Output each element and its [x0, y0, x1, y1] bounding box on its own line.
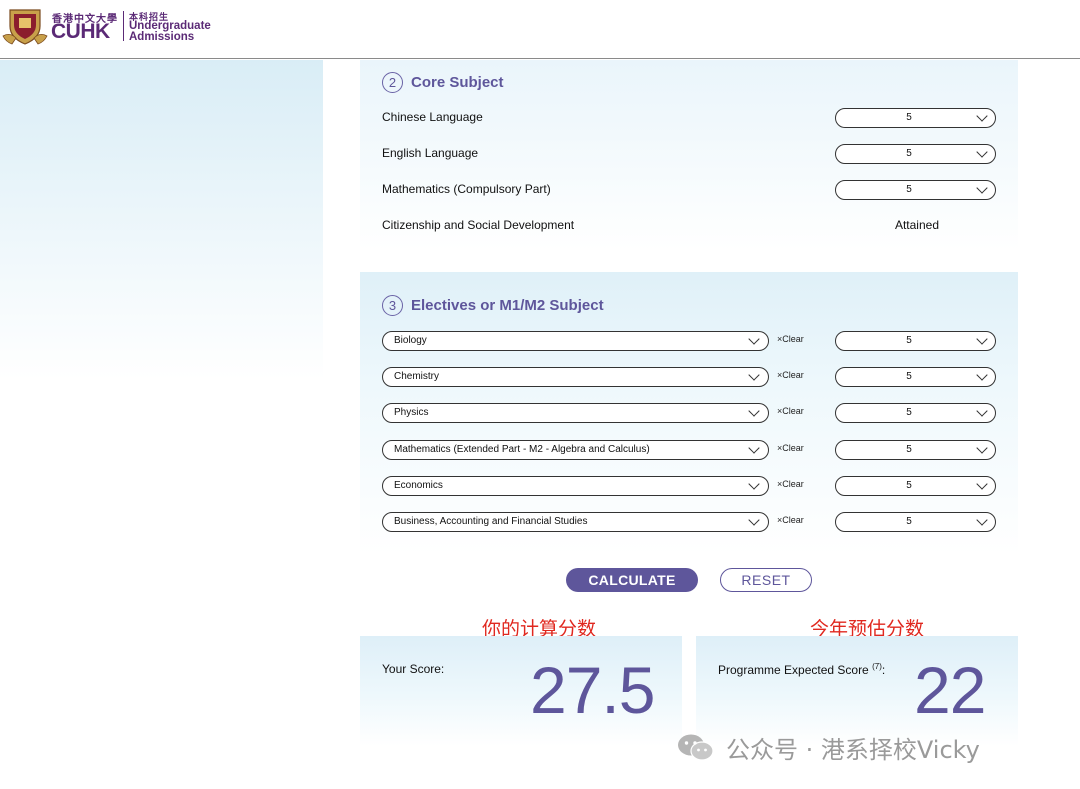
elective-row: Chemistry ×Clear 5: [382, 367, 996, 387]
footnote-marker[interactable]: (7): [872, 662, 882, 671]
subject-label: Mathematics (Compulsory Part): [382, 182, 551, 196]
expected-score-value: 22: [914, 653, 986, 727]
grade-select[interactable]: 5: [835, 331, 996, 351]
step-number-badge: 2: [382, 72, 403, 93]
grade-value: 5: [906, 407, 912, 418]
cuhk-crest-icon: [2, 9, 48, 45]
step-number-badge: 3: [382, 295, 403, 316]
core-row-csd: Citizenship and Social Development Attai…: [382, 216, 996, 236]
subject-label: Citizenship and Social Development: [382, 218, 575, 232]
wechat-watermark: 公众号 · 港系择校Vicky: [676, 730, 980, 765]
elective-row: Mathematics (Extended Part - M2 - Algebr…: [382, 440, 996, 460]
grade-select-english[interactable]: 5: [835, 144, 996, 164]
chevron-down-icon: [748, 478, 760, 490]
electives-heading: 3 Electives or M1/M2 Subject: [382, 295, 604, 316]
grade-select[interactable]: 5: [835, 440, 996, 460]
grade-value: 5: [906, 444, 912, 455]
chevron-down-icon: [748, 405, 760, 417]
subject-label: English Language: [382, 146, 479, 160]
chevron-down-icon: [748, 369, 760, 381]
subject-value: Physics: [394, 407, 429, 418]
logo-divider: [123, 11, 124, 41]
subject-value: Biology: [394, 335, 427, 346]
chevron-down-icon: [748, 514, 760, 526]
grade-value: 5: [906, 112, 912, 123]
core-row-maths: Mathematics (Compulsory Part) 5: [382, 180, 996, 200]
grade-select[interactable]: 5: [835, 367, 996, 387]
left-side-panel: [0, 60, 323, 380]
electives-title: Electives or M1/M2 Subject: [411, 297, 604, 314]
elective-row: Business, Accounting and Financial Studi…: [382, 512, 996, 532]
logo-cuhk[interactable]: CUHK: [51, 20, 110, 44]
chevron-down-icon: [748, 442, 760, 454]
your-score-box: Your Score: 27.5: [360, 636, 682, 746]
grade-select[interactable]: 5: [835, 403, 996, 423]
subject-value: Chemistry: [394, 371, 440, 382]
grade-value: 5: [906, 371, 912, 382]
expected-score-label: Programme Expected Score (7):: [718, 662, 885, 677]
subject-value: Economics: [394, 480, 443, 491]
attained-status: Attained: [894, 218, 939, 232]
subject-select[interactable]: Mathematics (Extended Part - M2 - Algebr…: [382, 440, 769, 460]
watermark-text: 公众号 · 港系择校Vicky: [726, 736, 980, 764]
grade-value: 5: [906, 516, 912, 527]
subject-select[interactable]: Chemistry: [382, 367, 769, 387]
core-subject-title: Core Subject: [411, 74, 504, 91]
core-row-english: English Language 5: [382, 144, 996, 164]
core-row-chinese: Chinese Language 5: [382, 108, 996, 128]
reset-button[interactable]: RESET: [720, 568, 812, 592]
site-header: 香港中文大學 CUHK 本科招生 Undergraduate Admission…: [0, 0, 1080, 59]
grade-select-maths[interactable]: 5: [835, 180, 996, 200]
calculate-button[interactable]: CALCULATE: [566, 568, 698, 592]
core-subject-heading: 2 Core Subject: [382, 72, 504, 93]
clear-button[interactable]: ×Clear: [777, 334, 804, 344]
elective-row: Biology ×Clear 5: [382, 331, 996, 351]
clear-button[interactable]: ×Clear: [777, 479, 804, 489]
elective-row: Economics ×Clear 5: [382, 476, 996, 496]
your-score-label: Your Score:: [382, 662, 445, 676]
grade-value: 5: [906, 335, 912, 346]
clear-button[interactable]: ×Clear: [777, 443, 804, 453]
grade-select-chinese[interactable]: 5: [835, 108, 996, 128]
subject-select[interactable]: Economics: [382, 476, 769, 496]
grade-select[interactable]: 5: [835, 476, 996, 496]
subject-value: Business, Accounting and Financial Studi…: [394, 516, 588, 527]
elective-row: Physics ×Clear 5: [382, 403, 996, 423]
grade-select[interactable]: 5: [835, 512, 996, 532]
subject-select[interactable]: Biology: [382, 331, 769, 351]
logo-dept-line2: Admissions: [129, 31, 195, 43]
core-subject-section: 2 Core Subject Chinese Language 5 Englis…: [360, 60, 1018, 250]
clear-button[interactable]: ×Clear: [777, 406, 804, 416]
clear-button[interactable]: ×Clear: [777, 370, 804, 380]
chevron-down-icon: [748, 333, 760, 345]
subject-label: Chinese Language: [382, 110, 483, 124]
grade-value: 5: [906, 148, 912, 159]
expected-score-colon: :: [881, 663, 886, 677]
electives-section: 3 Electives or M1/M2 Subject Biology ×Cl…: [360, 272, 1018, 554]
subject-select[interactable]: Business, Accounting and Financial Studi…: [382, 512, 769, 532]
subject-value: Mathematics (Extended Part - M2 - Algebr…: [394, 444, 650, 455]
expected-score-label-text: Programme Expected Score: [718, 663, 869, 677]
subject-select[interactable]: Physics: [382, 403, 769, 423]
grade-value: 5: [906, 480, 912, 491]
clear-button[interactable]: ×Clear: [777, 515, 804, 525]
your-score-value: 27.5: [530, 653, 655, 727]
grade-value: 5: [906, 184, 912, 195]
wechat-icon: [678, 734, 714, 761]
